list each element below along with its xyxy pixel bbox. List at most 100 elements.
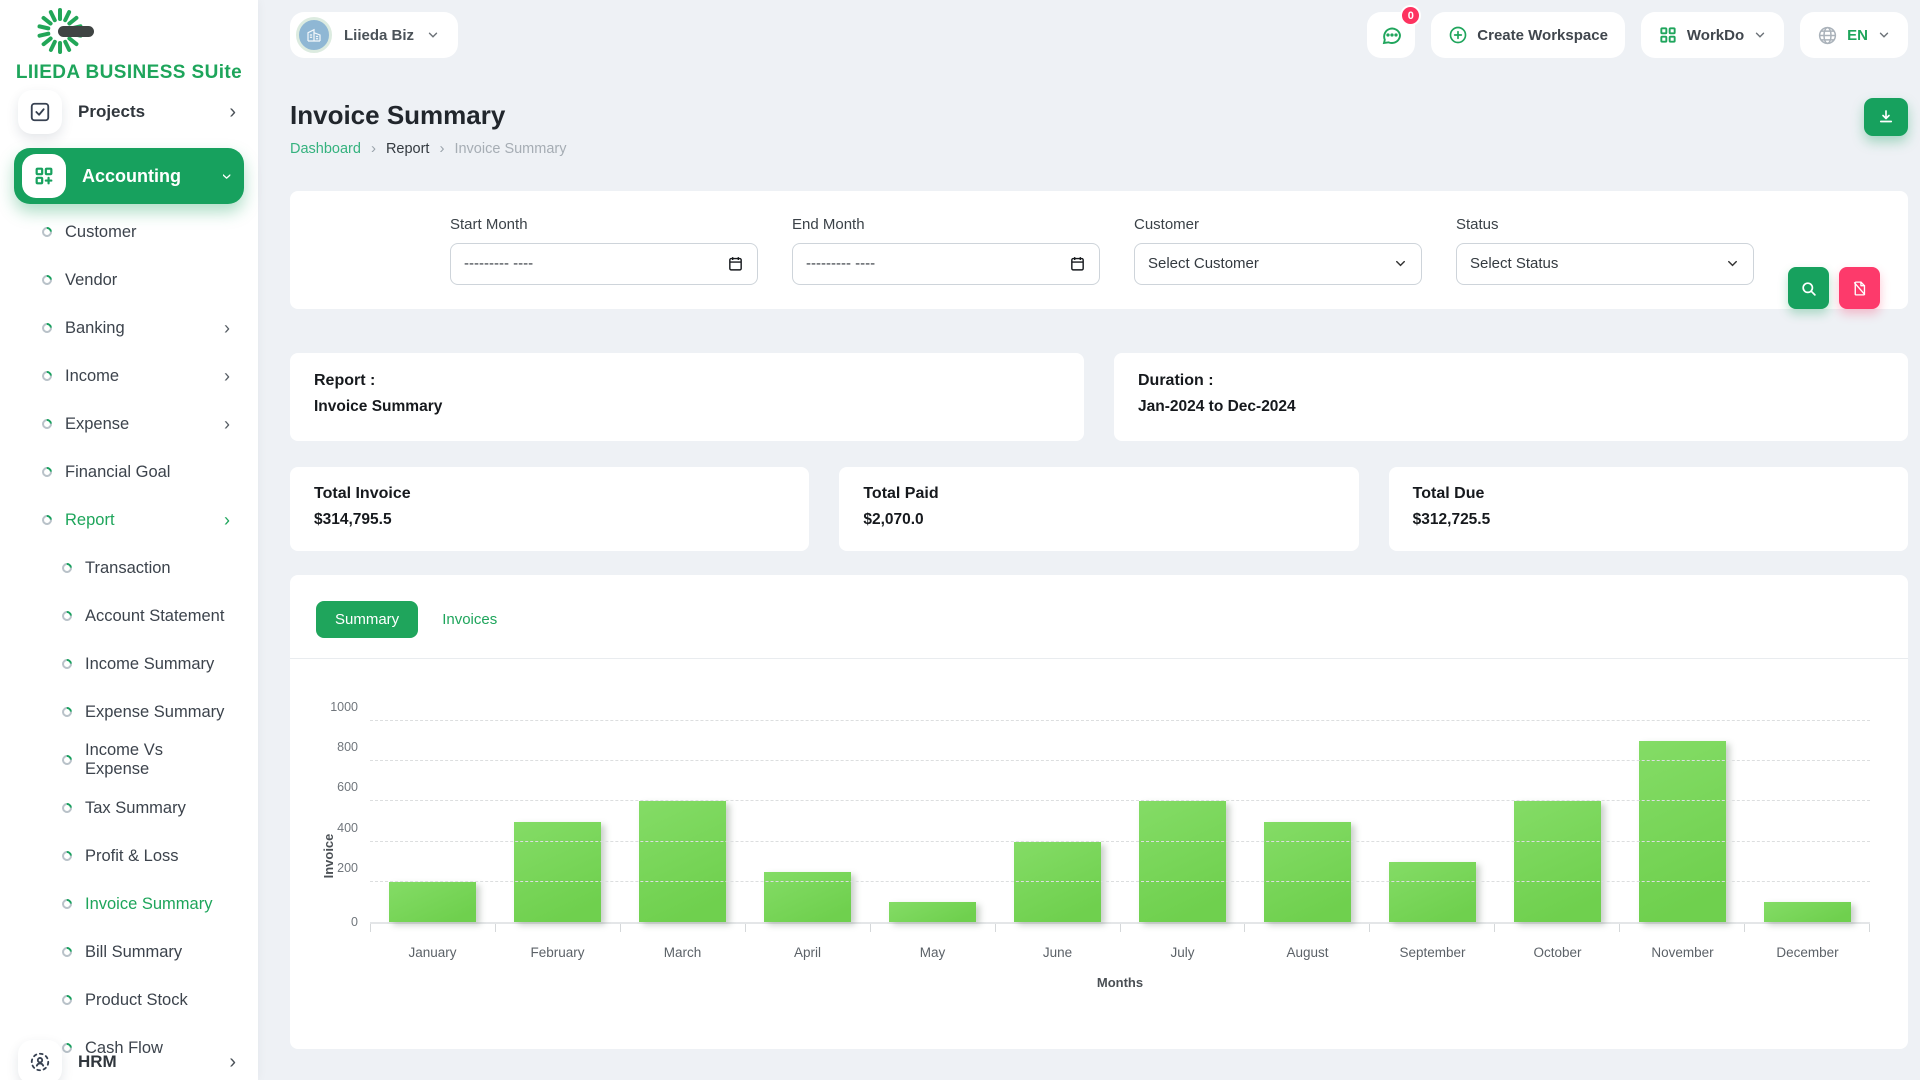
sidebar-item-label: Profit & Loss bbox=[85, 847, 179, 866]
bar-december[interactable] bbox=[1764, 902, 1850, 922]
bullet-icon bbox=[40, 369, 54, 383]
x-tick-label: October bbox=[1495, 945, 1620, 960]
sidebar-item-report[interactable]: Report› bbox=[14, 496, 244, 544]
bar-january[interactable] bbox=[389, 882, 475, 922]
sidebar-item-label: Income Vs Expense bbox=[85, 741, 230, 779]
sidebar-item-product-stock[interactable]: Product Stock bbox=[14, 976, 244, 1024]
total-due-card: Total Due $312,725.5 bbox=[1389, 467, 1908, 551]
sidebar-item-label: Tax Summary bbox=[85, 799, 186, 818]
bar-august[interactable] bbox=[1264, 822, 1350, 923]
status-select[interactable]: Select Status bbox=[1456, 243, 1754, 285]
gridline bbox=[370, 841, 1870, 842]
bar-september[interactable] bbox=[1389, 862, 1475, 922]
y-tick-label: 200 bbox=[337, 861, 358, 875]
sidebar-menu: CustomerVendorBanking›Income›Expense›Fin… bbox=[14, 208, 244, 1072]
apply-filter-button[interactable] bbox=[1788, 267, 1829, 309]
report-value: Invoice Summary bbox=[314, 398, 1060, 416]
bar-october[interactable] bbox=[1514, 801, 1600, 922]
workdo-label: WorkDo bbox=[1687, 27, 1744, 44]
bar-november[interactable] bbox=[1639, 741, 1725, 922]
x-tick-label: February bbox=[495, 945, 620, 960]
sidebar-item-income[interactable]: Income› bbox=[14, 352, 244, 400]
tabs: Summary Invoices bbox=[290, 601, 1908, 638]
gridline bbox=[370, 800, 1870, 801]
sidebar-item-financial-goal[interactable]: Financial Goal bbox=[14, 448, 244, 496]
bullet-icon bbox=[60, 897, 74, 911]
bar-march[interactable] bbox=[639, 801, 725, 922]
sidebar-item-expense[interactable]: Expense› bbox=[14, 400, 244, 448]
breadcrumb-report[interactable]: Report bbox=[386, 141, 430, 157]
bar-february[interactable] bbox=[514, 822, 600, 923]
bar-slot-august bbox=[1245, 721, 1370, 922]
sidebar-item-label: Vendor bbox=[65, 271, 117, 290]
app-logo: LIIEDA BUSINESS SUite bbox=[0, 0, 258, 84]
tab-invoices[interactable]: Invoices bbox=[428, 601, 511, 638]
create-workspace-label: Create Workspace bbox=[1477, 27, 1608, 44]
chevron-down-icon bbox=[1393, 256, 1408, 271]
x-tick bbox=[1745, 924, 1870, 932]
total-invoice-value: $314,795.5 bbox=[314, 511, 785, 529]
x-tick bbox=[496, 924, 621, 932]
sidebar-item-customer[interactable]: Customer bbox=[14, 208, 244, 256]
language-selector[interactable]: EN bbox=[1800, 12, 1908, 58]
sidebar-item-hrm[interactable]: HRM › bbox=[14, 1038, 244, 1080]
chevron-down-icon bbox=[1725, 256, 1740, 271]
sidebar-item-banking[interactable]: Banking› bbox=[14, 304, 244, 352]
chat-bubble-icon bbox=[1379, 23, 1403, 47]
end-month-label: End Month bbox=[792, 216, 1100, 233]
sidebar-item-transaction[interactable]: Transaction bbox=[14, 544, 244, 592]
total-paid-label: Total Paid bbox=[863, 485, 1334, 503]
breadcrumb-dashboard-link[interactable]: Dashboard bbox=[290, 141, 361, 157]
report-label: Report : bbox=[314, 372, 1060, 390]
customer-select[interactable]: Select Customer bbox=[1134, 243, 1422, 285]
user-focus-icon bbox=[18, 1040, 62, 1080]
start-month-label: Start Month bbox=[450, 216, 758, 233]
x-tick-label: May bbox=[870, 945, 995, 960]
logo-title: LIIEDA BUSINESS SUite bbox=[0, 62, 258, 84]
tabs-divider bbox=[290, 658, 1908, 659]
sidebar-item-income-vs-expense[interactable]: Income Vs Expense bbox=[14, 736, 244, 784]
x-tick bbox=[1121, 924, 1246, 932]
customer-label: Customer bbox=[1134, 216, 1422, 233]
bar-april[interactable] bbox=[764, 872, 850, 922]
sidebar-item-accounting[interactable]: Accounting › bbox=[14, 148, 244, 204]
workdo-menu-button[interactable]: WorkDo bbox=[1641, 12, 1784, 58]
sidebar-item-label: Banking bbox=[65, 319, 125, 338]
sidebar-item-account-statement[interactable]: Account Statement bbox=[14, 592, 244, 640]
workspace-selector[interactable]: Liieda Biz bbox=[290, 12, 458, 58]
main-content: Liieda Biz 0 Create Workspace WorkDo EN bbox=[258, 0, 1920, 1080]
tab-summary[interactable]: Summary bbox=[316, 601, 418, 638]
download-button[interactable] bbox=[1864, 98, 1908, 136]
sidebar-item-income-summary[interactable]: Income Summary bbox=[14, 640, 244, 688]
bar-slot-october bbox=[1495, 721, 1620, 922]
x-tick-label: September bbox=[1370, 945, 1495, 960]
y-tick-label: 1000 bbox=[330, 700, 358, 714]
report-card: Report : Invoice Summary bbox=[290, 353, 1084, 441]
sidebar-item-projects[interactable]: Projects › bbox=[14, 88, 244, 136]
y-tick-label: 800 bbox=[337, 740, 358, 754]
sidebar-item-profit-loss[interactable]: Profit & Loss bbox=[14, 832, 244, 880]
sidebar-item-bill-summary[interactable]: Bill Summary bbox=[14, 928, 244, 976]
page-title: Invoice Summary bbox=[290, 100, 1908, 131]
start-month-input[interactable]: --------- ---- bbox=[450, 243, 758, 285]
y-tick-label: 400 bbox=[337, 821, 358, 835]
messages-button[interactable]: 0 bbox=[1367, 12, 1415, 58]
chevron-down-icon bbox=[1753, 28, 1767, 42]
duration-label: Duration : bbox=[1138, 372, 1884, 390]
bullet-icon bbox=[60, 609, 74, 623]
chevron-right-icon: › bbox=[224, 367, 230, 385]
breadcrumb-current: Invoice Summary bbox=[454, 141, 566, 157]
bullet-icon bbox=[40, 225, 54, 239]
end-month-input[interactable]: --------- ---- bbox=[792, 243, 1100, 285]
reset-filter-button[interactable] bbox=[1839, 267, 1880, 309]
bar-may[interactable] bbox=[889, 902, 975, 922]
x-tick-label: January bbox=[370, 945, 495, 960]
create-workspace-button[interactable]: Create Workspace bbox=[1431, 12, 1625, 58]
sidebar-item-vendor[interactable]: Vendor bbox=[14, 256, 244, 304]
calendar-icon bbox=[1069, 255, 1086, 272]
total-invoice-card: Total Invoice $314,795.5 bbox=[290, 467, 809, 551]
sidebar-item-tax-summary[interactable]: Tax Summary bbox=[14, 784, 244, 832]
sidebar-item-invoice-summary[interactable]: Invoice Summary bbox=[14, 880, 244, 928]
bar-july[interactable] bbox=[1139, 801, 1225, 922]
sidebar-item-expense-summary[interactable]: Expense Summary bbox=[14, 688, 244, 736]
